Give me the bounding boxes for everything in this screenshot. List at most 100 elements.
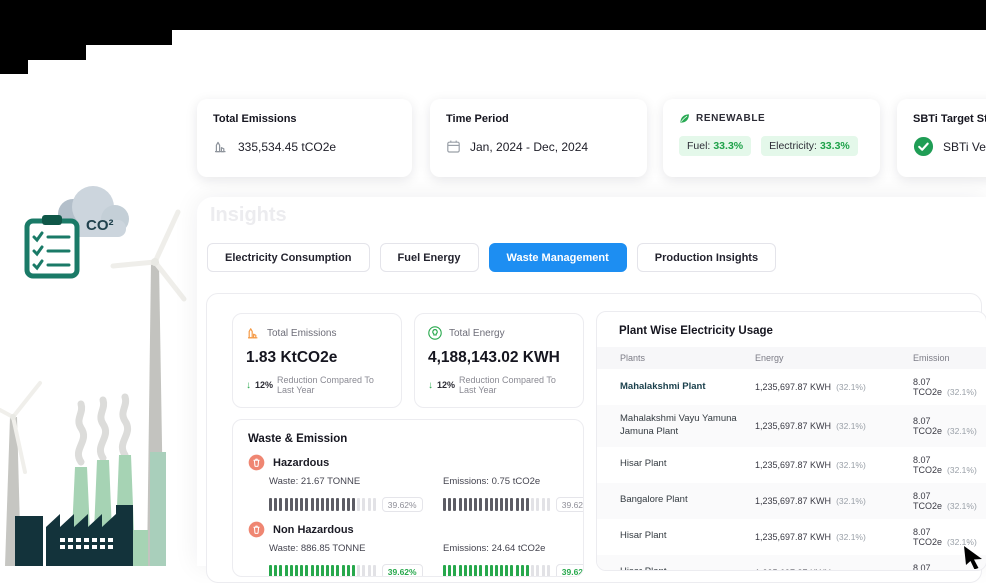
- gauge-segment: [531, 565, 535, 576]
- gauge-segment: [305, 565, 309, 576]
- energy-value: 1,235,697.87 KWH(32.1%): [755, 568, 913, 570]
- calendar-icon: [447, 140, 460, 153]
- gauge-segment: [372, 565, 376, 576]
- gauge-segment: [300, 498, 304, 511]
- gauge-segment: [279, 498, 283, 511]
- gauge-segment: [515, 565, 519, 576]
- gauge-segment: [274, 565, 278, 576]
- plant-electricity-table-card: Plant Wise Electricity Usage Plants Ener…: [596, 311, 986, 571]
- table-header-row: Plants Energy Emission: [597, 347, 986, 369]
- gauge-segment: [484, 565, 488, 576]
- gauge-segment: [362, 565, 366, 576]
- energy-percent: (32.1%): [836, 382, 866, 392]
- gauge-segment: [510, 565, 514, 576]
- energy-value: 1,235,697.87 KWH(32.1%): [755, 495, 866, 506]
- emission-value: 8.07 TCO2e(32.1%): [913, 490, 977, 511]
- card-title: Time Period: [446, 113, 509, 125]
- gauge-segment: [279, 565, 283, 576]
- gauge-segment: [269, 565, 272, 576]
- gauge-segment: [541, 565, 545, 576]
- plant-name[interactable]: Mahalakshmi Vayu Yamuna Jamuna Plant: [620, 413, 755, 439]
- energy-percent: (32.1%): [836, 495, 866, 506]
- plant-name[interactable]: Hisar Plant: [620, 530, 755, 543]
- plant-name[interactable]: Hisar Plant: [620, 566, 755, 570]
- checklist-clipboard-icon: [24, 215, 80, 279]
- energy-percent: (32.1%): [836, 420, 866, 431]
- waste-metric-label: Waste: 21.67 TONNE: [269, 476, 361, 487]
- gauge-segment: [515, 498, 519, 511]
- gauge-segment: [541, 498, 545, 511]
- stat-label: Total Emissions: [267, 327, 337, 339]
- down-arrow-icon: ↓: [246, 379, 251, 391]
- sbti-status-value: SBTi Verified: [943, 139, 986, 154]
- deco-black-step-2: [0, 30, 172, 45]
- gauge-segment: [274, 498, 278, 511]
- energy-value: 1,235,697.87 KWH(32.1%): [755, 531, 866, 542]
- table-row: Mahalakshmi Plant 1,235,697.87 KWH (32.1%)…: [597, 369, 986, 405]
- renewable-title: RENEWABLE: [696, 113, 766, 124]
- energy-percent: (32.1%): [836, 459, 866, 470]
- delta-percent: 12%: [255, 380, 274, 390]
- gauge-segment: [362, 498, 366, 511]
- panel-title: Insights: [210, 204, 287, 226]
- tab-electricity-consumption[interactable]: Electricity Consumption: [207, 243, 370, 272]
- emission-metric-label: Emissions: 0.75 tCO2e: [443, 476, 541, 487]
- deco-black-step-3: [0, 45, 86, 60]
- gauge-segment: [500, 498, 504, 511]
- waste-group-name: Hazardous: [273, 456, 330, 469]
- insights-content-card: Total Emissions 1.83 KtCO2e ↓ 12% Reduct…: [206, 293, 986, 583]
- gauge-segment: [346, 498, 350, 511]
- insights-tabs: Electricity Consumption Fuel Energy Waste …: [207, 243, 777, 272]
- gauge-segment: [494, 498, 498, 511]
- tab-production-insights[interactable]: Production Insights: [636, 243, 777, 272]
- gauge-segment: [310, 498, 314, 511]
- waste-emission-title: Waste & Emission: [248, 433, 348, 445]
- emission-metric-label: Emissions: 24.64 tCO2e: [443, 543, 546, 554]
- gauge-segment: [352, 498, 355, 511]
- fuel-label: Fuel:: [687, 140, 711, 152]
- column-header-emission: Emission: [913, 353, 950, 363]
- gauge-segment: [289, 498, 293, 511]
- gauge-segment: [546, 498, 550, 511]
- gauge-segment: [474, 498, 478, 511]
- gauge-segment: [463, 498, 467, 511]
- gauge-segment: [479, 565, 483, 576]
- insights-panel: Insights Electricity Consumption Fuel Ene…: [197, 197, 986, 583]
- hazardous-waste-icon: [248, 454, 265, 471]
- delta-text: Reduction Compared To Last Year: [277, 375, 374, 395]
- tab-fuel-energy[interactable]: Fuel Energy: [379, 243, 479, 272]
- gauge-segment: [305, 498, 309, 511]
- emission-percent: (32.1%): [947, 464, 977, 475]
- plant-name[interactable]: Hisar Plant: [620, 458, 755, 471]
- plant-name[interactable]: Bangalore Plant: [620, 494, 755, 507]
- fuel-value: 33.3%: [713, 140, 744, 152]
- emission-percent: (32.1%): [947, 425, 977, 436]
- sbti-status-card: SBTi Target Status SBTi Verified: [897, 99, 986, 177]
- emissions-factory-icon: [248, 328, 258, 339]
- gauge-segment: [546, 565, 550, 576]
- deco-black-step-4: [0, 60, 28, 74]
- stat-value: 1.83 KtCO2e: [246, 349, 338, 366]
- gauge-segment: [448, 565, 452, 576]
- fuel-renewable-badge: Fuel: 33.3%: [679, 136, 752, 156]
- gauge-segment: [453, 565, 457, 576]
- gauge-segment: [284, 498, 288, 511]
- gauge-segment: [357, 498, 361, 511]
- waste-gauge: [269, 498, 376, 511]
- total-emissions-card: Total Emissions 335,534.45 tCO2e: [197, 99, 412, 177]
- gauge-segment: [300, 565, 304, 576]
- percent-badge: 39.62%: [381, 497, 423, 512]
- tab-waste-management[interactable]: Waste Management: [488, 243, 627, 272]
- electricity-renewable-badge: Electricity: 33.3%: [761, 136, 858, 156]
- gauge-segment: [341, 565, 345, 576]
- gauge-segment: [458, 498, 462, 511]
- emission-percent: (32.1%): [947, 387, 977, 397]
- table-row: Mahalakshmi Vayu Yamuna Jamuna Plant 1,23…: [597, 405, 986, 447]
- gauge-segment: [505, 498, 509, 511]
- energy-value: 1,235,697.87 KWH(32.1%): [755, 459, 866, 470]
- gauge-segment: [331, 498, 335, 511]
- gauge-segment: [510, 498, 514, 511]
- gauge-segment: [443, 565, 446, 576]
- plant-name[interactable]: Mahalakshmi Plant: [620, 381, 755, 394]
- column-header-energy: Energy: [755, 353, 784, 363]
